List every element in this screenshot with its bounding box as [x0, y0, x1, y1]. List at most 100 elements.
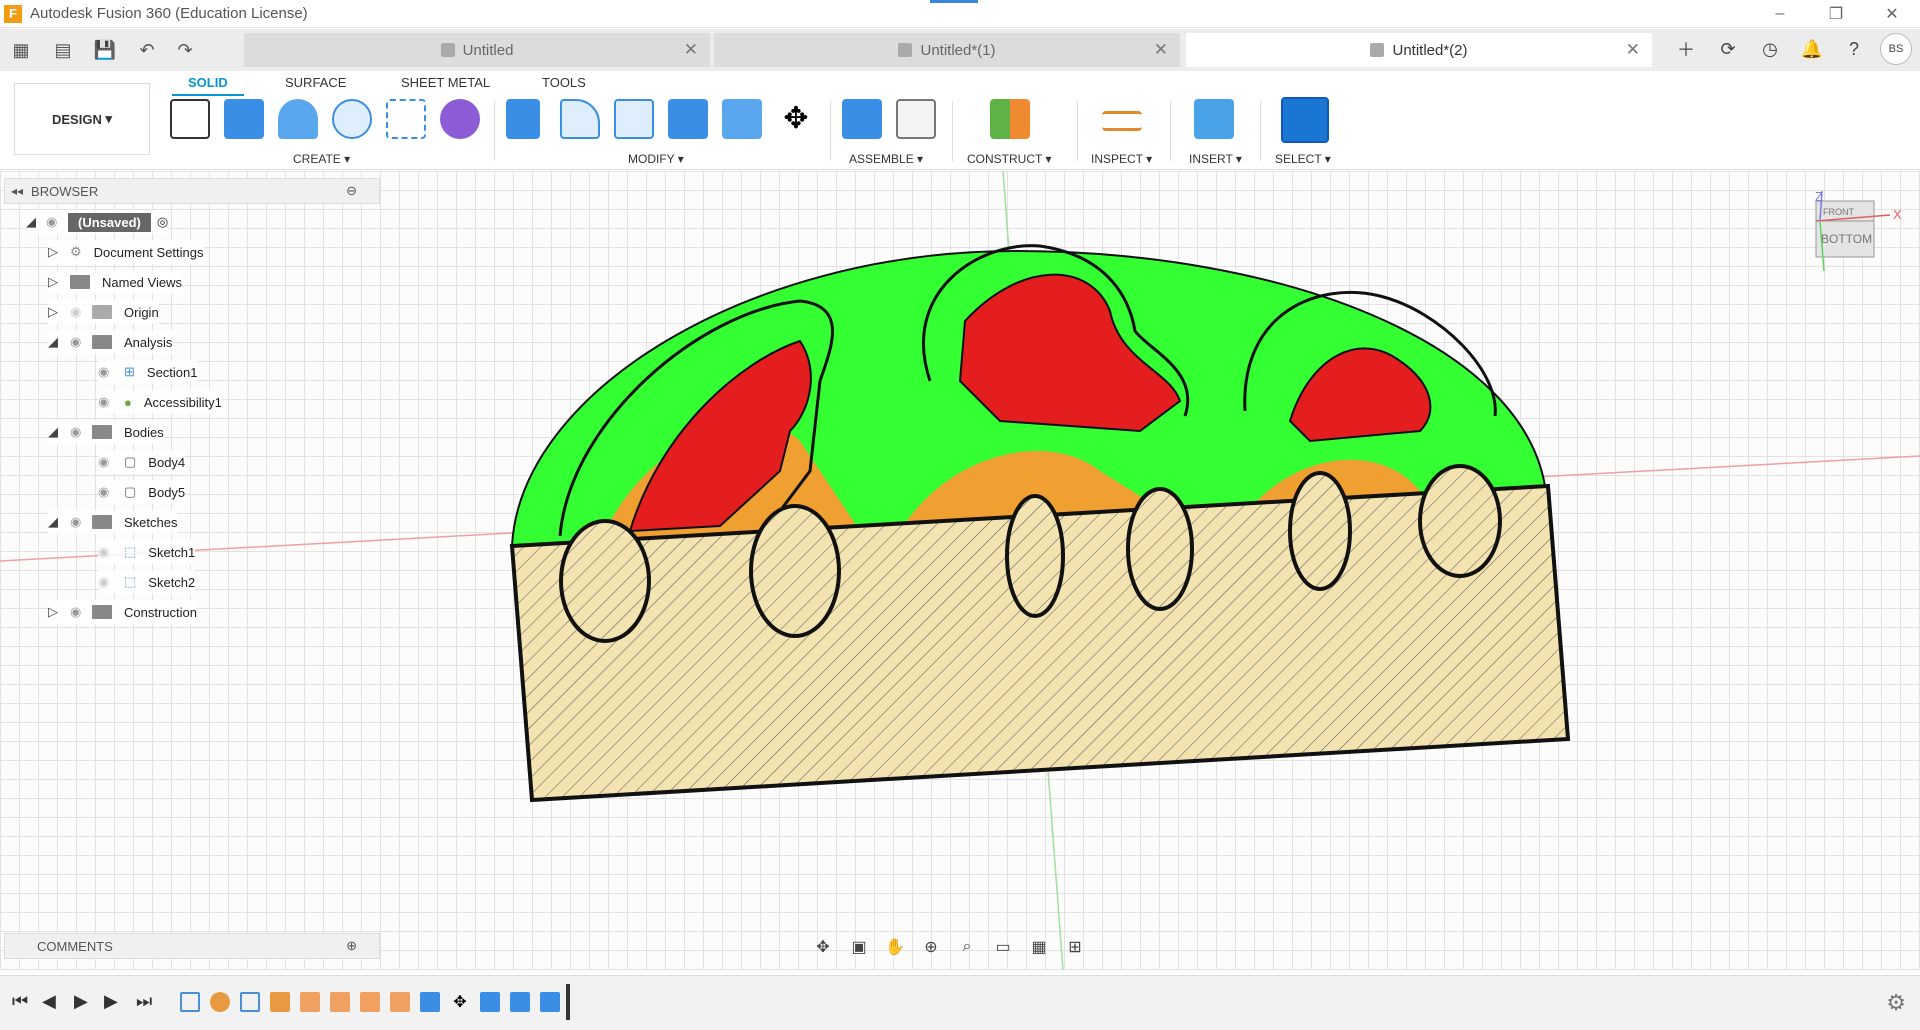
- visibility-off-icon[interactable]: ◉: [98, 574, 120, 590]
- add-comment-icon[interactable]: ⊕: [346, 938, 357, 954]
- tree-item-bodies[interactable]: ◢ ◉ Bodies: [48, 420, 164, 444]
- visibility-icon[interactable]: ◉: [70, 604, 92, 620]
- tree-item-analysis[interactable]: ◢ ◉ Analysis: [48, 330, 173, 354]
- tab-surface[interactable]: SURFACE: [285, 75, 346, 90]
- modify-menu[interactable]: MODIFY ▾: [628, 152, 684, 166]
- timeline-combine-icon[interactable]: [480, 992, 500, 1012]
- tab-solid[interactable]: SOLID: [172, 75, 244, 96]
- close-window-icon[interactable]: ✕: [1864, 0, 1920, 28]
- offset-plane-icon[interactable]: [990, 99, 1030, 139]
- app-grid-icon[interactable]: ▦: [6, 35, 36, 65]
- collapse-icon[interactable]: ◢: [48, 514, 64, 530]
- timeline-move-icon[interactable]: ✥: [450, 992, 470, 1012]
- tab-untitled[interactable]: Untitled ✕: [244, 33, 710, 67]
- joint-icon[interactable]: [896, 99, 936, 139]
- timeline-combine-icon[interactable]: [510, 992, 530, 1012]
- go-to-start-icon[interactable]: ⏮: [12, 991, 28, 1012]
- visibility-icon[interactable]: ◉: [98, 364, 120, 380]
- viewports-icon[interactable]: ⊞: [1060, 935, 1090, 959]
- browser-header[interactable]: ◂◂ BROWSER ⊖: [4, 178, 380, 204]
- tree-item-origin[interactable]: ▷ ◉ Origin: [48, 300, 159, 324]
- visibility-icon[interactable]: ◉: [98, 394, 120, 410]
- go-to-end-icon[interactable]: ⏭: [136, 991, 152, 1012]
- insert-menu[interactable]: INSERT ▾: [1189, 152, 1242, 166]
- visibility-off-icon[interactable]: ◉: [70, 304, 92, 320]
- tab-sheet-metal[interactable]: SHEET METAL: [401, 75, 490, 90]
- create-sketch-icon[interactable]: [170, 99, 210, 139]
- timeline-sketch-icon[interactable]: [240, 992, 260, 1012]
- activate-radio-icon[interactable]: ◎: [157, 214, 168, 230]
- inspect-menu[interactable]: INSPECT ▾: [1091, 152, 1152, 166]
- hole-icon[interactable]: [332, 99, 372, 139]
- select-menu[interactable]: SELECT ▾: [1275, 152, 1331, 166]
- collapse-icon[interactable]: ◢: [26, 214, 42, 230]
- collapse-icon[interactable]: ◢: [48, 424, 64, 440]
- step-forward-icon[interactable]: ▶: [104, 991, 118, 1012]
- visibility-icon[interactable]: ◉: [70, 334, 92, 350]
- collapse-icon[interactable]: ◢: [48, 334, 64, 350]
- model-canvas[interactable]: FRONT BOTTOM X Z: [0, 171, 1920, 970]
- avatar[interactable]: BS: [1880, 33, 1912, 65]
- extrude-icon[interactable]: [224, 99, 264, 139]
- move-icon[interactable]: ✥: [776, 99, 816, 139]
- create-menu[interactable]: CREATE ▾: [293, 152, 350, 166]
- tree-item-body4[interactable]: ◉ ▢ Body4: [98, 450, 186, 474]
- tree-item-sketches[interactable]: ◢ ◉ Sketches: [48, 510, 178, 534]
- timeline-feature-icon[interactable]: [390, 992, 410, 1012]
- restore-icon[interactable]: ❐: [1808, 0, 1864, 28]
- redo-icon[interactable]: ↷: [170, 35, 200, 65]
- visibility-off-icon[interactable]: ◉: [98, 544, 120, 560]
- construct-menu[interactable]: CONSTRUCT ▾: [967, 152, 1051, 166]
- expand-icon[interactable]: ▷: [48, 604, 64, 620]
- timeline-marker[interactable]: [566, 984, 570, 1020]
- combine-icon[interactable]: [668, 99, 708, 139]
- grid-settings-icon[interactable]: ▦: [1024, 935, 1054, 959]
- new-tab-icon[interactable]: ＋: [1670, 33, 1702, 65]
- tree-root[interactable]: ◢ ◉ (Unsaved) ◎: [26, 210, 169, 234]
- fit-icon[interactable]: ⌕: [952, 935, 982, 959]
- job-status-icon[interactable]: ◷: [1754, 33, 1786, 65]
- display-settings-icon[interactable]: ▭: [988, 935, 1018, 959]
- tree-item-sketch2[interactable]: ◉ ⬚ Sketch2: [98, 570, 196, 594]
- expand-icon[interactable]: ▷: [48, 304, 64, 320]
- visibility-icon[interactable]: ◉: [70, 514, 92, 530]
- close-tab-icon[interactable]: ✕: [1626, 40, 1640, 60]
- visibility-icon[interactable]: ◉: [70, 424, 92, 440]
- collapse-browser-icon[interactable]: ◂◂: [11, 184, 23, 198]
- visibility-icon[interactable]: ◉: [98, 484, 120, 500]
- measure-icon[interactable]: [1102, 111, 1142, 131]
- extensions-icon[interactable]: ⟳: [1712, 33, 1744, 65]
- assemble-menu[interactable]: ASSEMBLE ▾: [849, 152, 923, 166]
- timeline-revolve-icon[interactable]: [210, 992, 230, 1012]
- timeline-feature-icon[interactable]: [420, 992, 440, 1012]
- orbit-icon[interactable]: ✥: [808, 935, 838, 959]
- help-icon[interactable]: ?: [1838, 33, 1870, 65]
- workspace-switcher[interactable]: DESIGN ▾: [14, 83, 150, 155]
- select-icon[interactable]: [1281, 97, 1329, 143]
- tree-item-sketch1[interactable]: ◉ ⬚ Sketch1: [98, 540, 196, 564]
- tab-untitled-2[interactable]: Untitled*(2) ✕: [1186, 33, 1652, 67]
- file-menu-icon[interactable]: ▤: [48, 35, 78, 65]
- save-icon[interactable]: 💾: [90, 35, 120, 65]
- view-cube[interactable]: FRONT BOTTOM X Z: [1815, 189, 1902, 272]
- revolve-icon[interactable]: [278, 99, 318, 139]
- timeline-settings-gear-icon[interactable]: ⚙: [1886, 990, 1906, 1016]
- expand-icon[interactable]: ▷: [48, 244, 64, 260]
- undo-icon[interactable]: ↶: [132, 35, 162, 65]
- tree-item-section1[interactable]: ◉ ⊞ Section1: [98, 360, 198, 384]
- look-at-icon[interactable]: ▣: [844, 935, 874, 959]
- timeline-sketch-icon[interactable]: [180, 992, 200, 1012]
- new-component-icon[interactable]: [842, 99, 882, 139]
- visibility-icon[interactable]: ◉: [46, 214, 68, 230]
- pan-icon[interactable]: ✋: [880, 935, 910, 959]
- timeline-combine-icon[interactable]: [540, 992, 560, 1012]
- canvas-viewport[interactable]: FRONT BOTTOM X Z: [0, 171, 1920, 970]
- tab-tools[interactable]: TOOLS: [542, 75, 586, 90]
- timeline-feature-icon[interactable]: [360, 992, 380, 1012]
- comments-panel[interactable]: COMMENTS ⊕: [4, 933, 380, 959]
- timeline-feature-icon[interactable]: [270, 992, 290, 1012]
- play-icon[interactable]: ▶: [74, 991, 88, 1012]
- tree-item-named-views[interactable]: ▷ Named Views: [48, 270, 182, 294]
- tree-item-document-settings[interactable]: ▷ ⚙ Document Settings: [48, 240, 204, 264]
- timeline-feature-icon[interactable]: [300, 992, 320, 1012]
